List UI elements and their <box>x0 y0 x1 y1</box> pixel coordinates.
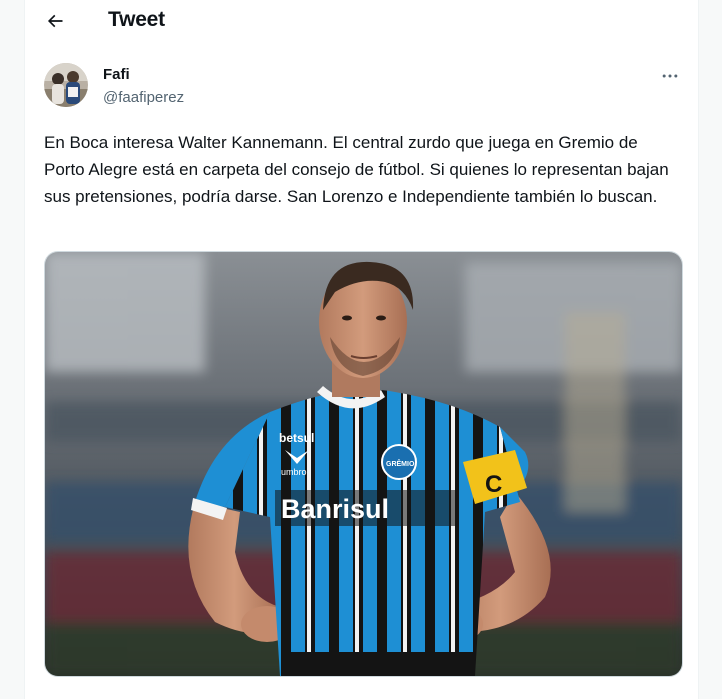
jersey-sponsor-text: Banrisul <box>281 494 389 524</box>
author-handle[interactable]: @faafiperez <box>103 89 184 106</box>
page-title: Tweet <box>108 8 165 31</box>
top-bar: Tweet <box>25 0 698 44</box>
author-name[interactable]: Fafi <box>103 66 130 83</box>
jersey-brand-text: betsul <box>279 431 314 445</box>
kit-maker-text: umbro <box>281 467 307 477</box>
back-button[interactable] <box>37 3 73 39</box>
more-options-button[interactable] <box>656 62 684 90</box>
arrow-left-icon <box>47 14 63 28</box>
avatar-photo-icon <box>44 63 88 107</box>
tweet-media-image[interactable]: C Banrisul betsul umbro GRÊMIO <box>44 251 683 677</box>
avatar[interactable] <box>44 63 88 107</box>
tweet-detail-column: Tweet Fafi @faafiperez En Boca interesa … <box>24 0 699 699</box>
crest-text: GRÊMIO <box>386 459 415 468</box>
more-horizontal-icon <box>662 74 678 78</box>
player-photo: C Banrisul betsul umbro GRÊMIO <box>45 252 682 676</box>
armband-letter: C <box>485 471 502 498</box>
tweet-text: En Boca interesa Walter Kannemann. El ce… <box>44 133 669 206</box>
